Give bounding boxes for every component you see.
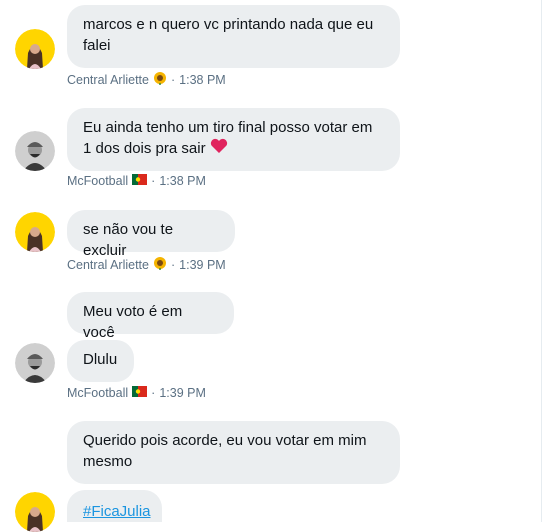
message-bubble[interactable]: Dlulu [67,340,134,382]
meta-separator: · [151,174,156,188]
message-meta: McFootball · 1:38 PM [67,174,206,188]
avatar-mcfootball[interactable] [15,131,55,171]
message-text: se não vou te excluir [83,221,174,259]
message-meta: McFootball · 1:39 PM [67,386,206,400]
avatar-central-arliette[interactable] [15,212,55,252]
sender-name[interactable]: McFootball [67,174,128,188]
meta-separator: · [170,257,176,272]
sunflower-icon [153,256,167,273]
sender-name[interactable]: Central Arliette [67,73,149,87]
message-bubble[interactable]: Querido pois acorde, eu vou votar em mim… [67,421,400,484]
avatar-central-arliette[interactable] [15,492,55,532]
message-text: Querido pois acorde, eu vou votar em mim… [83,432,367,470]
sunflower-icon [153,71,167,88]
message-bubble[interactable]: se não vou te excluir [67,210,235,259]
message-meta: Central Arliette · 1:39 PM [67,256,226,273]
message-time: 1:38 PM [179,72,226,87]
red-heart-icon [210,138,228,160]
sender-name[interactable]: McFootball [67,386,128,400]
hashtag-link[interactable]: #FicaJulia [83,503,151,520]
avatar-central-arliette[interactable] [15,29,55,69]
meta-separator: · [151,386,156,400]
portugal-flag-icon [132,386,148,400]
message-time: 1:39 PM [159,386,206,400]
message-bubble[interactable]: Meu voto é em você [67,292,234,341]
message-text: marcos e n quero vc printando nada que e… [83,16,374,54]
message-time: 1:39 PM [179,257,226,272]
portugal-flag-icon [132,174,148,188]
message-time: 1:38 PM [159,174,206,188]
avatar-mcfootball[interactable] [15,343,55,383]
message-meta: Central Arliette · 1:38 PM [67,71,226,88]
message-text: Meu voto é em você [83,303,183,341]
message-bubble[interactable]: #FicaJulia [67,490,162,522]
meta-separator: · [170,72,176,87]
message-text: Dlulu [83,351,118,368]
message-bubble[interactable]: Eu ainda tenho um tiro final posso votar… [67,108,400,171]
sender-name[interactable]: Central Arliette [67,258,149,272]
message-bubble[interactable]: marcos e n quero vc printando nada que e… [67,5,400,68]
